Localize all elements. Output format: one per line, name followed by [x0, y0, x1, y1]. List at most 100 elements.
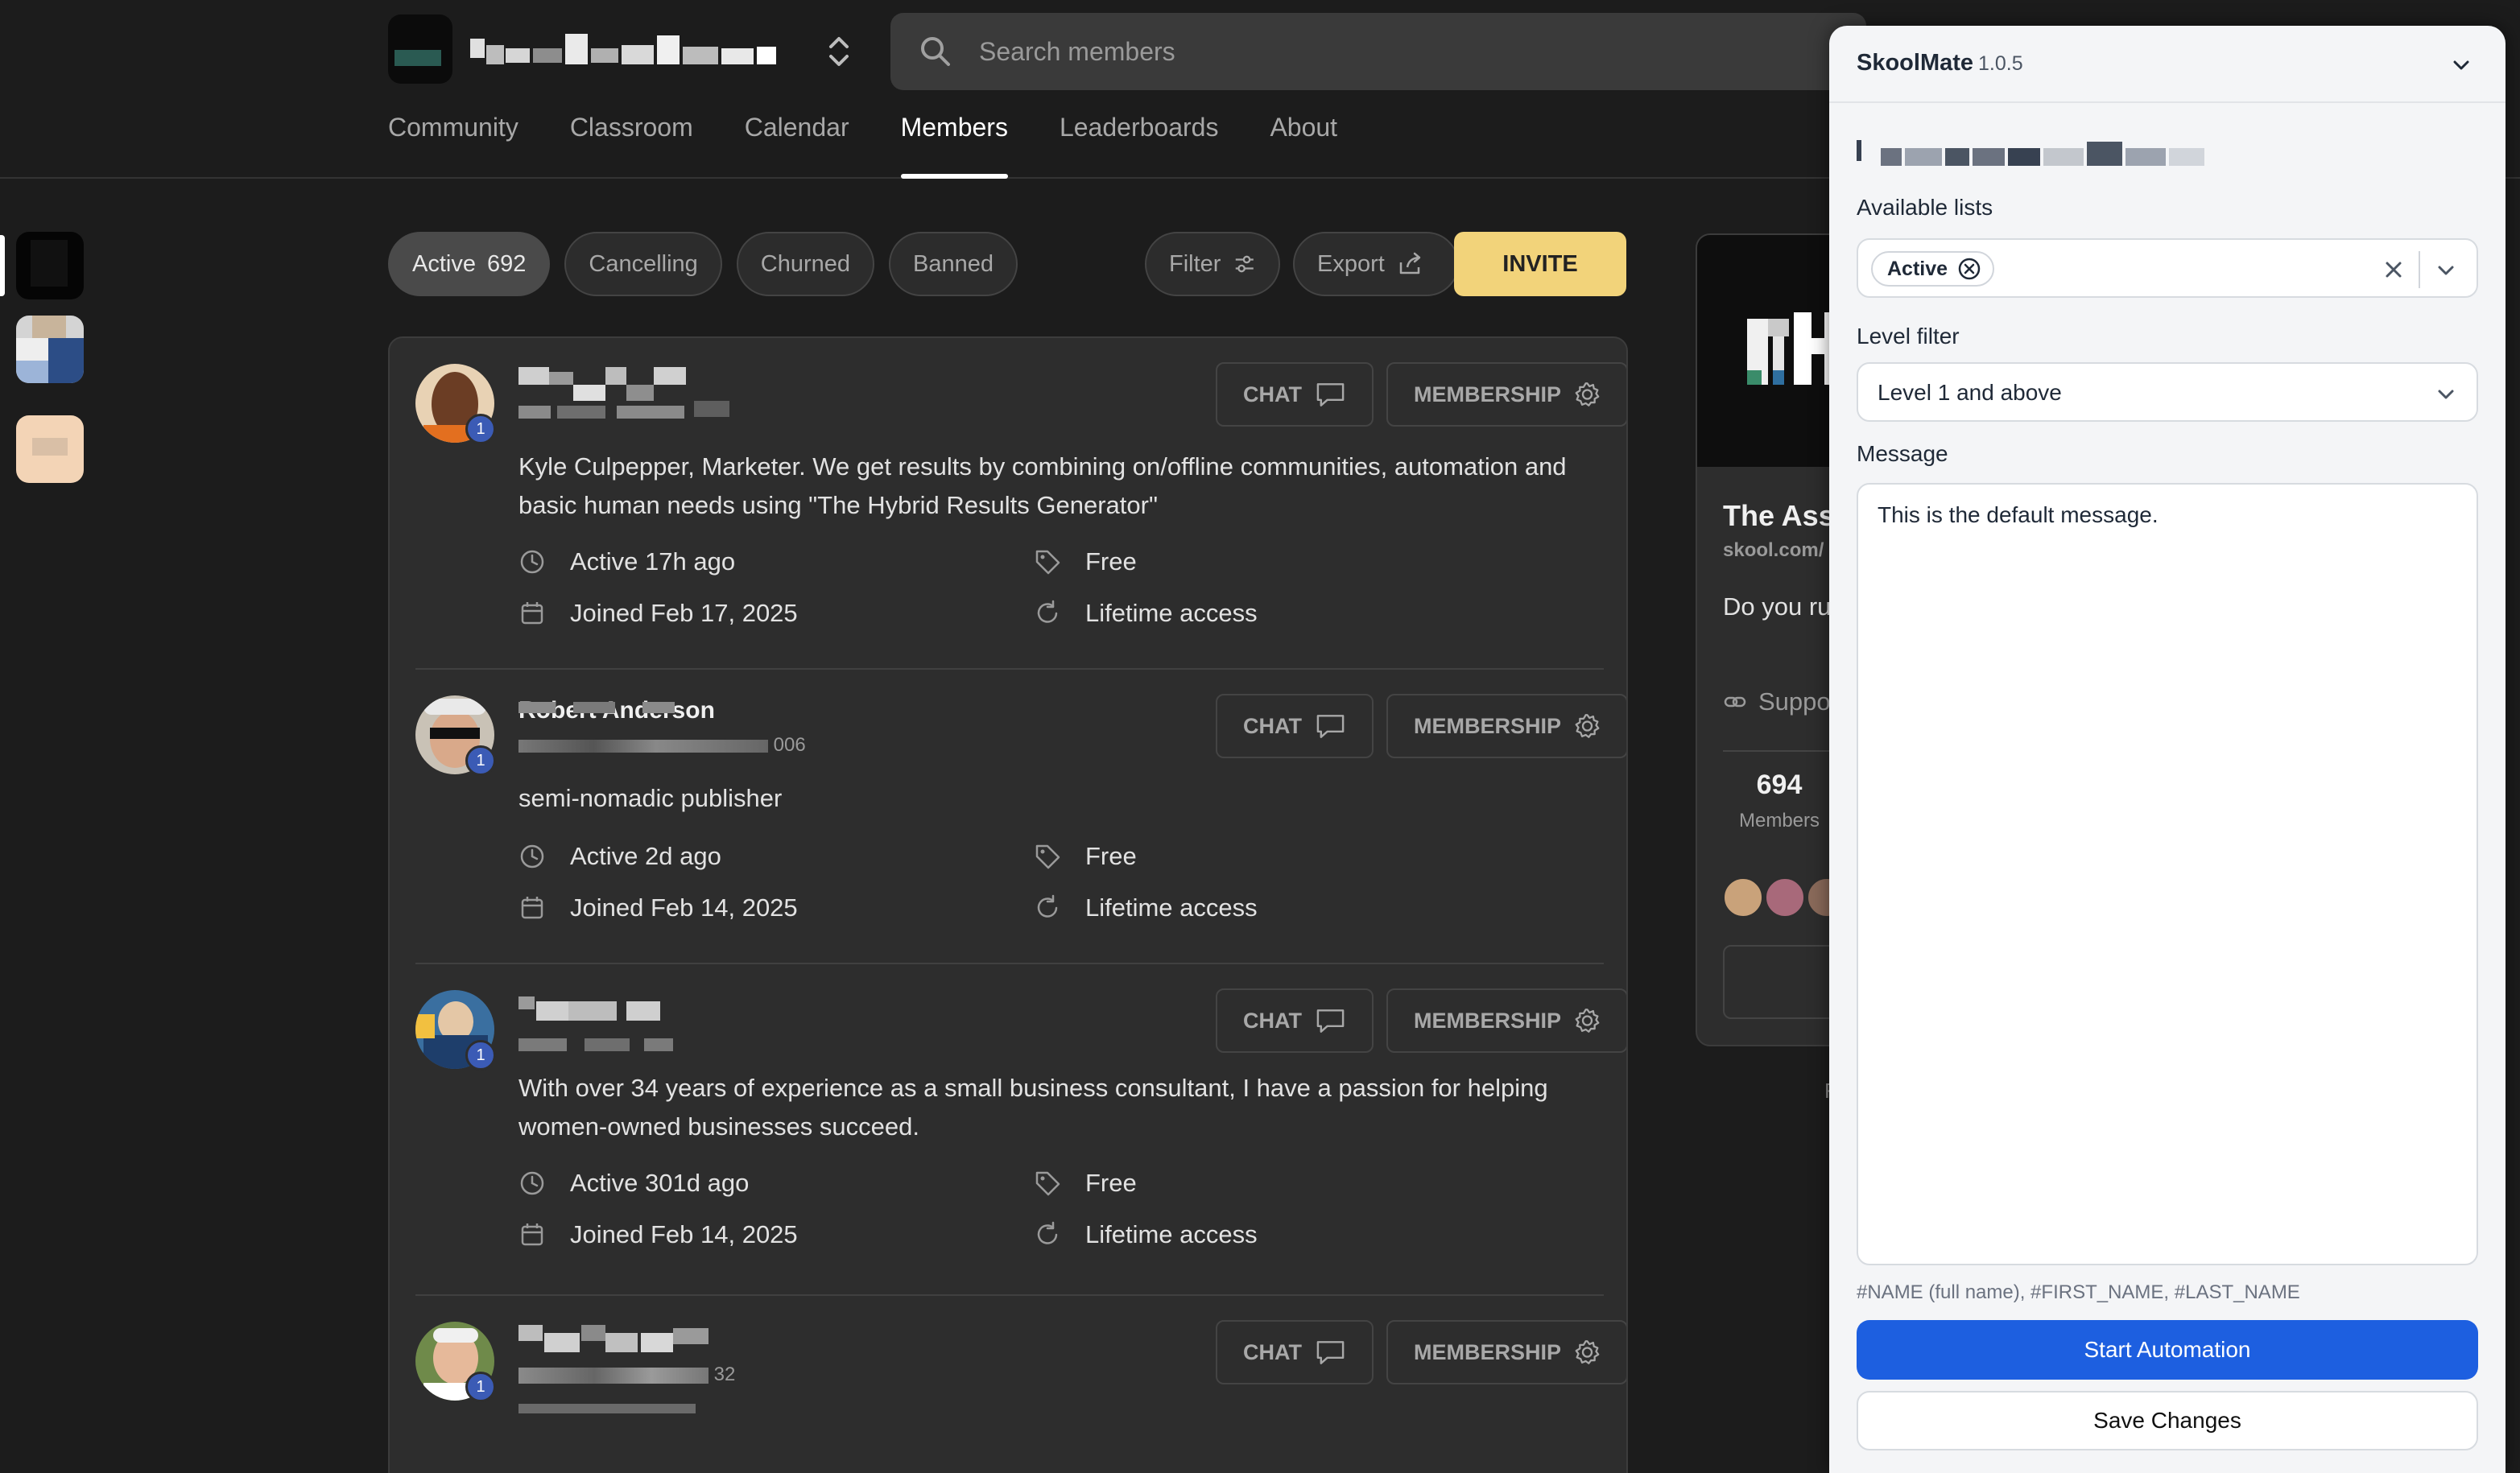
active-status: Active 301d ago — [518, 1169, 749, 1198]
joined-text: Joined Feb 14, 2025 — [570, 893, 798, 922]
account-name-redacted — [1857, 135, 2211, 167]
membership-button[interactable]: MEMBERSHIP — [1386, 988, 1626, 1053]
access-text: Lifetime access — [1085, 893, 1258, 922]
membership-button-label: MEMBERSHIP — [1414, 1008, 1562, 1033]
chip-active-label: Active — [412, 250, 476, 277]
filter-button[interactable]: Filter — [1145, 232, 1280, 296]
access-type: Lifetime access — [1034, 1220, 1258, 1249]
link-icon — [1724, 696, 1746, 708]
tab-classroom[interactable]: Classroom — [570, 113, 693, 179]
switch-icon[interactable] — [824, 32, 853, 71]
tab-leaderboards[interactable]: Leaderboards — [1060, 113, 1218, 179]
rail-group-3[interactable] — [16, 415, 84, 483]
price-text: Free — [1085, 842, 1137, 870]
remove-tag-icon[interactable] — [1957, 257, 1981, 281]
save-changes-button[interactable]: Save Changes — [1857, 1391, 2478, 1450]
level-badge: 1 — [465, 745, 496, 776]
rail-group-1[interactable] — [16, 232, 84, 299]
tab-about[interactable]: About — [1270, 113, 1337, 179]
chevron-down-icon[interactable] — [2448, 52, 2475, 79]
group-logo-stripe — [395, 50, 441, 66]
tab-community[interactable]: Community — [388, 113, 518, 179]
chat-button[interactable]: CHAT — [1216, 362, 1374, 427]
tab-calendar[interactable]: Calendar — [745, 113, 849, 179]
access-type: Lifetime access — [1034, 599, 1258, 628]
calendar-icon — [521, 1223, 543, 1246]
chat-button[interactable]: CHAT — [1216, 988, 1374, 1053]
start-automation-button[interactable]: Start Automation — [1857, 1320, 2478, 1380]
membership-button[interactable]: MEMBERSHIP — [1386, 694, 1626, 758]
joined-text: Joined Feb 14, 2025 — [570, 1220, 798, 1248]
available-lists-select[interactable]: Active — [1857, 238, 2478, 298]
price-text: Free — [1085, 547, 1137, 576]
chip-cancelling-label: Cancelling — [589, 250, 698, 277]
chat-button-label: CHAT — [1243, 713, 1302, 738]
handle-suffix: 32 — [713, 1364, 736, 1385]
member-card: 1 CHAT MEMBERSHIP Kyle Culpepper, Market… — [415, 338, 1626, 668]
invite-button[interactable]: INVITE — [1454, 232, 1626, 296]
skoolmate-panel: SkoolMate 1.0.5 Available lists Active Le… — [1829, 26, 2506, 1473]
selected-list-label: Active — [1887, 257, 1948, 280]
group-url[interactable]: skool.com/ — [1723, 539, 1824, 562]
refresh-icon — [1037, 894, 1058, 918]
level-filter-select[interactable]: Level 1 and above — [1857, 362, 2478, 422]
chat-icon — [1316, 1341, 1345, 1364]
membership-button[interactable]: MEMBERSHIP — [1386, 362, 1626, 427]
level-badge: 1 — [465, 1372, 496, 1402]
chip-churned[interactable]: Churned — [736, 232, 875, 296]
member-face-avatar[interactable] — [1723, 877, 1763, 918]
close-icon[interactable] — [2380, 256, 2407, 283]
tab-members[interactable]: Members — [900, 113, 1009, 179]
member-bio: semi-nomadic publisher — [518, 784, 783, 812]
tag-icon — [1035, 550, 1060, 575]
chip-cancelling[interactable]: Cancelling — [564, 232, 722, 296]
handle-redaction — [518, 739, 768, 753]
chip-active[interactable]: Active 692 — [388, 232, 551, 296]
membership-button-label: MEMBERSHIP — [1414, 1339, 1562, 1364]
refresh-icon — [1037, 1221, 1058, 1244]
member-card: 1 CHAT MEMBERSHIP With over 34 years of … — [415, 964, 1626, 1294]
chat-button[interactable]: CHAT — [1216, 1320, 1374, 1384]
gear-icon — [1575, 714, 1600, 738]
access-type: Lifetime access — [1034, 893, 1258, 922]
panel-version: 1.0.5 — [1978, 52, 2023, 75]
price-tag: Free — [1034, 1169, 1137, 1198]
sliders-icon — [1236, 255, 1254, 273]
member-bio: Kyle Culpepper, Marketer. We get results… — [518, 452, 1567, 519]
access-text: Lifetime access — [1085, 1220, 1258, 1248]
chevron-down-icon[interactable] — [2433, 258, 2459, 283]
rail-active-indicator — [0, 235, 5, 296]
handle-suffix: 006 — [773, 734, 806, 756]
panel-header: SkoolMate 1.0.5 — [1829, 26, 2506, 103]
available-lists-label: Available lists — [1857, 195, 1993, 220]
price-tag: Free — [1034, 842, 1137, 871]
group-support-link[interactable]: Suppo — [1723, 687, 1831, 716]
chip-banned[interactable]: Banned — [889, 232, 1018, 296]
refresh-icon — [1037, 600, 1058, 623]
group-logo[interactable] — [388, 14, 452, 84]
member-face-avatar[interactable] — [1765, 877, 1805, 918]
message-textarea[interactable]: This is the default message. — [1857, 483, 2478, 1265]
search-bar — [890, 13, 1866, 90]
chevron-down-icon — [2438, 390, 2454, 399]
filter-button-label: Filter — [1169, 250, 1221, 277]
access-text: Lifetime access — [1085, 599, 1258, 627]
membership-button[interactable]: MEMBERSHIP — [1386, 1320, 1626, 1384]
search-input[interactable] — [979, 31, 1784, 72]
gear-icon — [1575, 1340, 1600, 1364]
chat-button[interactable]: CHAT — [1216, 694, 1374, 758]
tag-icon — [1035, 844, 1060, 869]
price-text: Free — [1085, 1169, 1137, 1197]
gear-icon — [1575, 1009, 1600, 1033]
group-name-redacted[interactable] — [470, 31, 792, 68]
membership-button-label: MEMBERSHIP — [1414, 713, 1562, 738]
tag-icon — [1035, 1171, 1060, 1196]
joined-date: Joined Feb 17, 2025 — [518, 599, 798, 628]
placeholder-hint: #NAME (full name), #FIRST_NAME, #LAST_NA… — [1857, 1281, 2300, 1303]
clock-icon — [520, 844, 544, 869]
joined-text: Joined Feb 17, 2025 — [570, 599, 798, 627]
export-button[interactable]: Export — [1293, 232, 1459, 296]
level-filter-label: Level filter — [1857, 324, 1960, 349]
rail-group-2[interactable] — [16, 316, 84, 383]
active-text: Active 301d ago — [570, 1169, 750, 1197]
